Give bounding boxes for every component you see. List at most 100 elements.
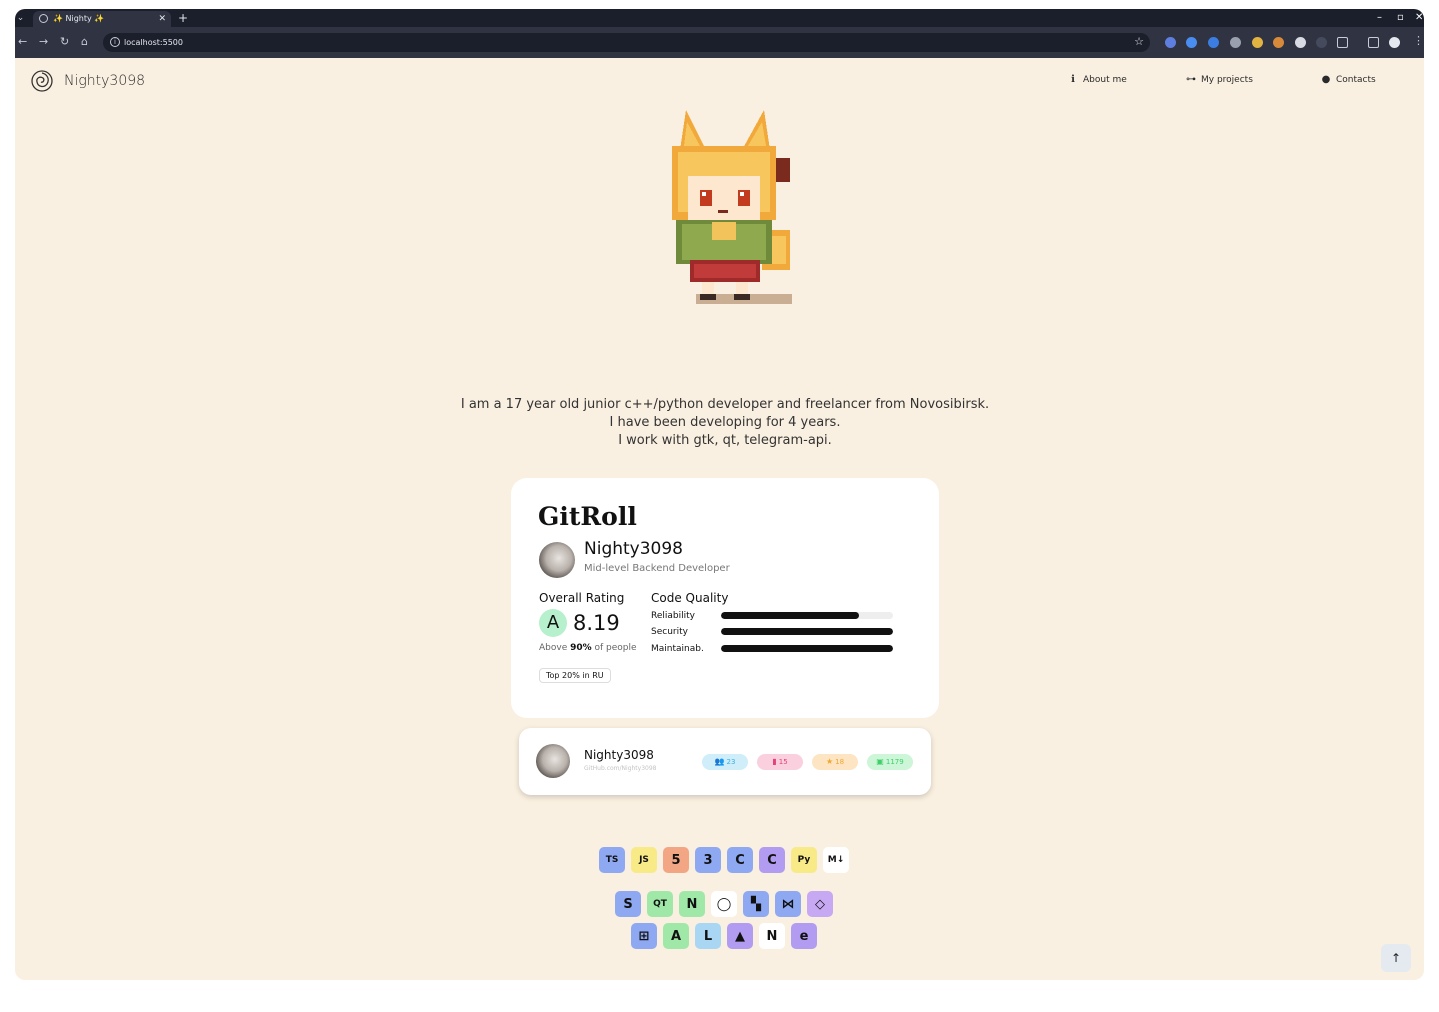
nav-label: My projects bbox=[1201, 75, 1253, 85]
back-icon[interactable]: ← bbox=[18, 35, 27, 49]
address-bar[interactable]: i localhost:5500 ☆ bbox=[103, 33, 1150, 52]
c-icon: C bbox=[759, 847, 785, 873]
reload-icon[interactable]: ↻ bbox=[60, 35, 69, 49]
overall-score: 8.19 bbox=[573, 611, 620, 635]
puzzle-icon[interactable] bbox=[1337, 37, 1348, 48]
nav-label: About me bbox=[1083, 75, 1127, 85]
user-icon: ● bbox=[1321, 74, 1331, 85]
bookmark-star-icon[interactable]: ☆ bbox=[1134, 35, 1144, 49]
brand-name[interactable]: Nighty3098 bbox=[64, 71, 145, 91]
arch-icon: ▲ bbox=[727, 923, 753, 949]
close-window-icon[interactable]: ✕ bbox=[1415, 10, 1423, 26]
users-icon: 👥 bbox=[714, 757, 725, 766]
metric-bar-security bbox=[721, 628, 893, 635]
globe-icon bbox=[39, 14, 48, 23]
overall-rating-label: Overall Rating bbox=[539, 591, 625, 605]
nav-label: Contacts bbox=[1336, 75, 1376, 85]
project-tree-icon: ⊶ bbox=[1186, 74, 1196, 85]
github-stats-card[interactable]: Nighty3098 GitHub.com/Nighty3098 👥 23 ▮ 15… bbox=[519, 728, 931, 795]
gitroll-username: Nighty3098 bbox=[584, 539, 683, 559]
css3-icon: 3 bbox=[695, 847, 721, 873]
vscode-icon: ⋈ bbox=[775, 891, 801, 917]
tab-title: ✨ Nighty ✨ bbox=[53, 14, 105, 23]
commit-icon: ▣ bbox=[876, 757, 884, 766]
obsidian-icon: ◇ bbox=[807, 891, 833, 917]
nav-my-projects[interactable]: ⊶ My projects bbox=[1186, 73, 1253, 87]
reading-list-icon[interactable] bbox=[1368, 37, 1379, 48]
minimize-icon[interactable]: – bbox=[1377, 10, 1382, 26]
stars-badge: ★ 18 bbox=[812, 754, 858, 770]
code-quality-label: Code Quality bbox=[651, 591, 729, 605]
extension-icon[interactable] bbox=[1230, 37, 1241, 48]
page-content: Nighty3098 ℹ About me ⊶ My projects ● Co… bbox=[15, 58, 1424, 980]
html5-icon: 5 bbox=[663, 847, 689, 873]
browser-toolbar: ← → ↻ ⌂ i localhost:5500 ☆ ⋮ bbox=[15, 27, 1424, 58]
nav-contacts[interactable]: ● Contacts bbox=[1321, 73, 1376, 87]
extension-icon[interactable] bbox=[1316, 37, 1327, 48]
site-info-icon[interactable]: i bbox=[110, 37, 120, 47]
scroll-to-top-button[interactable]: ↑ bbox=[1381, 944, 1411, 972]
android-icon: A bbox=[663, 923, 689, 949]
metric-label-security: Security bbox=[651, 627, 688, 637]
commits-badge: ▣ 1179 bbox=[867, 754, 913, 770]
profile-avatar[interactable] bbox=[1389, 37, 1400, 48]
gitroll-card[interactable]: GitRoll Nighty3098 Mid-level Backend Dev… bbox=[511, 478, 939, 718]
gitlab-icon: ▚ bbox=[743, 891, 769, 917]
maximize-icon[interactable]: ▫ bbox=[1397, 10, 1404, 26]
rank-badge: Top 20% in RU bbox=[539, 668, 611, 683]
home-icon[interactable]: ⌂ bbox=[81, 35, 88, 49]
extension-icon[interactable] bbox=[1252, 37, 1263, 48]
javascript-icon: JS bbox=[631, 847, 657, 873]
intro-line: I am a 17 year old junior c++/python dev… bbox=[460, 397, 990, 412]
new-tab-icon[interactable]: + bbox=[178, 10, 188, 26]
python-icon: Py bbox=[791, 847, 817, 873]
repo-icon: ▮ bbox=[772, 757, 777, 766]
intro-line: I have been developing for 4 years. bbox=[609, 415, 841, 430]
shield-icon[interactable] bbox=[1295, 37, 1306, 48]
pixel-avatar-image bbox=[672, 110, 792, 304]
windows-icon: ⊞ bbox=[631, 923, 657, 949]
metric-label-maintainability: Maintainab. bbox=[651, 644, 704, 654]
grade-badge: A bbox=[539, 609, 567, 637]
avatar bbox=[539, 542, 575, 578]
emacs-icon: e bbox=[791, 923, 817, 949]
tab-bar: ⌄ ✨ Nighty ✨ ✕ + – ▫ ✕ bbox=[15, 9, 1424, 27]
extension-icon[interactable] bbox=[1273, 37, 1284, 48]
nodejs-icon: N bbox=[679, 891, 705, 917]
gitroll-title: GitRoll bbox=[538, 502, 637, 531]
url-text: localhost:5500 bbox=[124, 38, 183, 47]
metric-bar-maintainability bbox=[721, 645, 893, 652]
star-icon: ★ bbox=[825, 757, 834, 766]
menu-dots-icon[interactable]: ⋮ bbox=[1413, 34, 1424, 48]
extension-icon[interactable] bbox=[1165, 37, 1176, 48]
logo-spiral-icon[interactable] bbox=[31, 70, 53, 92]
extension-icon[interactable] bbox=[1208, 37, 1219, 48]
notion-icon: N bbox=[759, 923, 785, 949]
repos-badge: ▮ 15 bbox=[757, 754, 803, 770]
github-profile-link[interactable]: GitHub.com/Nighty3098 bbox=[584, 764, 656, 773]
sublime-icon: S bbox=[615, 891, 641, 917]
forward-icon[interactable]: → bbox=[39, 35, 48, 49]
percentile-text: Above 90% of people bbox=[539, 643, 637, 653]
qt-icon: QT bbox=[647, 891, 673, 917]
browser-tab[interactable]: ✨ Nighty ✨ ✕ bbox=[33, 11, 171, 27]
close-tab-icon[interactable]: ✕ bbox=[158, 12, 166, 26]
linux-icon: L bbox=[695, 923, 721, 949]
github-icon: ◯ bbox=[711, 891, 737, 917]
intro-text: I am a 17 year old junior c++/python dev… bbox=[315, 396, 1135, 450]
markdown-icon: M↓ bbox=[823, 847, 849, 873]
intro-line: I work with gtk, qt, telegram-api. bbox=[618, 433, 832, 448]
avatar bbox=[536, 744, 570, 778]
info-icon: ℹ bbox=[1071, 74, 1075, 85]
nav-about-me[interactable]: ℹ About me bbox=[1068, 73, 1127, 87]
github-username: Nighty3098 bbox=[584, 748, 654, 762]
metric-bar-reliability bbox=[721, 612, 893, 619]
gitroll-role: Mid-level Backend Developer bbox=[584, 563, 730, 574]
tab-search-chevron-icon[interactable]: ⌄ bbox=[15, 11, 26, 25]
extension-icon[interactable] bbox=[1186, 37, 1197, 48]
cpp-icon: C bbox=[727, 847, 753, 873]
browser-window: ⌄ ✨ Nighty ✨ ✕ + – ▫ ✕ ← → ↻ ⌂ i localho… bbox=[15, 9, 1424, 980]
metric-label-reliability: Reliability bbox=[651, 611, 695, 621]
typescript-icon: TS bbox=[599, 847, 625, 873]
followers-badge: 👥 23 bbox=[702, 754, 748, 770]
